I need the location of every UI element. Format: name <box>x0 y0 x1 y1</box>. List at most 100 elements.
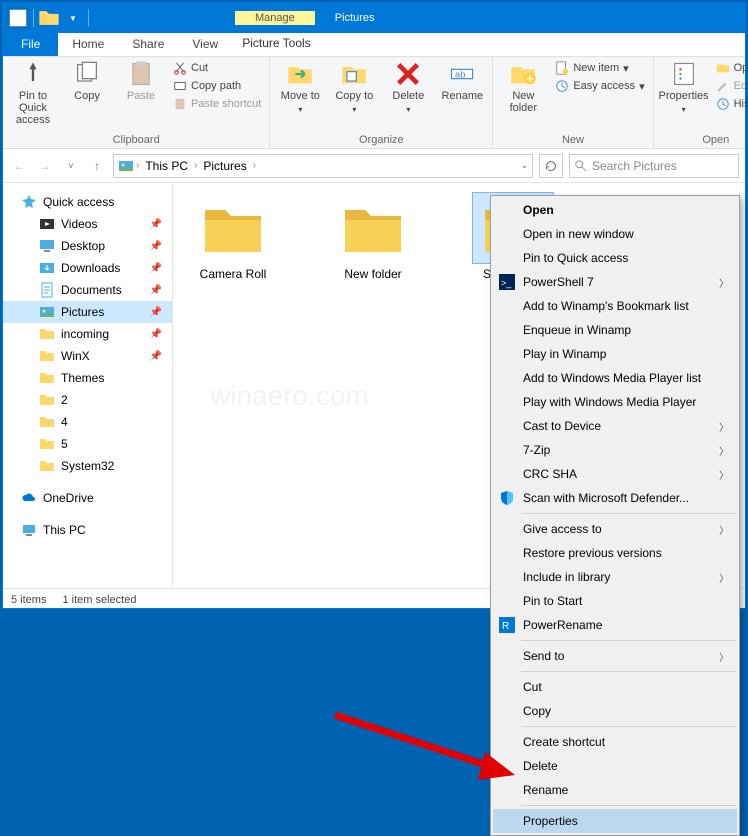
download-icon <box>39 260 55 276</box>
ctx-label: Cast to Device <box>523 419 601 433</box>
tab-home[interactable]: Home <box>58 33 118 56</box>
submenu-arrow-icon: 〉 <box>719 419 729 434</box>
folder-icon <box>201 198 265 258</box>
sidebar-item-label: Videos <box>61 217 97 231</box>
ctx-send-to[interactable]: Send to〉 <box>493 644 737 668</box>
sidebar-item-videos[interactable]: Videos📌 <box>3 213 172 235</box>
sidebar-item-pictures[interactable]: Pictures📌 <box>3 301 172 323</box>
folder-icon <box>39 326 55 342</box>
ctx-play-in-winamp[interactable]: Play in Winamp <box>493 342 737 366</box>
folder-camera-roll[interactable]: Camera Roll <box>183 193 283 281</box>
submenu-arrow-icon: 〉 <box>719 649 729 664</box>
ctx-powerrename[interactable]: RPowerRename <box>493 613 737 637</box>
properties-button[interactable]: Properties▾ <box>660 60 708 116</box>
ctx-add-to-winamp-s-bookmark-list[interactable]: Add to Winamp's Bookmark list <box>493 294 737 318</box>
ctx-label: CRC SHA <box>523 467 577 481</box>
sidebar-item-2[interactable]: 2 <box>3 389 172 411</box>
pin-to-quick-access-button[interactable]: Pin to Quick access <box>9 60 57 126</box>
file-menu[interactable]: File <box>3 33 58 56</box>
folder-icon <box>39 458 55 474</box>
ctx-give-access-to[interactable]: Give access to〉 <box>493 517 737 541</box>
sidebar-item-incoming[interactable]: incoming📌 <box>3 323 172 345</box>
ctx-include-in-library[interactable]: Include in library〉 <box>493 565 737 589</box>
nav-up-button[interactable]: ↑ <box>87 156 107 176</box>
ctx-cut[interactable]: Cut <box>493 675 737 699</box>
ctx-powershell-7[interactable]: >_PowerShell 7〉 <box>493 270 737 294</box>
sidebar-item-label: 2 <box>61 393 68 407</box>
delete-button[interactable]: Delete▾ <box>384 60 432 116</box>
nav-forward-button[interactable]: → <box>35 156 55 176</box>
ctx-crc-sha[interactable]: CRC SHA 〉 <box>493 462 737 486</box>
folder-label: Camera Roll <box>183 267 283 281</box>
qat-dropdown-icon[interactable]: ▼ <box>62 7 84 29</box>
copy-to-button[interactable]: Copy to▾ <box>330 60 378 116</box>
ribbon: Pin to Quick access Copy Paste Cut Copy … <box>3 57 745 149</box>
sidebar-onedrive[interactable]: OneDrive <box>3 487 172 509</box>
nav-back-button[interactable]: ← <box>9 156 29 176</box>
tab-view[interactable]: View <box>178 33 232 56</box>
sidebar-item-winx[interactable]: WinX📌 <box>3 345 172 367</box>
submenu-arrow-icon: 〉 <box>719 467 729 482</box>
sidebar-item-label: WinX <box>61 349 90 363</box>
crumb-pictures[interactable]: Pictures <box>199 157 250 175</box>
sidebar-quick-access[interactable]: Quick access <box>3 191 172 213</box>
sidebar-item-themes[interactable]: Themes <box>3 367 172 389</box>
ctx-enqueue-in-winamp[interactable]: Enqueue in Winamp <box>493 318 737 342</box>
breadcrumb-dropdown[interactable]: ⌄ <box>520 160 528 171</box>
move-to-button[interactable]: Move to▾ <box>276 60 324 116</box>
refresh-button[interactable] <box>539 154 563 178</box>
open-button[interactable]: Open ▾ <box>714 60 748 76</box>
ctx-play-with-windows-media-player[interactable]: Play with Windows Media Player <box>493 390 737 414</box>
ctx-open-in-new-window[interactable]: Open in new window <box>493 222 737 246</box>
ctx-pin-to-quick-access[interactable]: Pin to Quick access <box>493 246 737 270</box>
breadcrumb[interactable]: › This PC › Pictures › ⌄ <box>113 154 533 178</box>
paste-shortcut-button[interactable]: Paste shortcut <box>171 96 263 112</box>
sidebar-item-downloads[interactable]: Downloads📌 <box>3 257 172 279</box>
folder-new-folder[interactable]: New folder <box>323 193 423 281</box>
sidebar[interactable]: Quick access Videos📌Desktop📌Downloads📌Do… <box>3 183 173 588</box>
copy-path-button[interactable]: Copy path <box>171 78 263 94</box>
new-item-button[interactable]: New item ▾ <box>553 60 646 76</box>
ctx-open[interactable]: Open <box>493 198 737 222</box>
submenu-arrow-icon: 〉 <box>719 570 729 585</box>
sidebar-item-system32[interactable]: System32 <box>3 455 172 477</box>
ctx-restore-previous-versions[interactable]: Restore previous versions <box>493 541 737 565</box>
history-button[interactable]: History <box>714 96 748 112</box>
folder-icon <box>39 370 55 386</box>
paste-button[interactable]: Paste <box>117 60 165 102</box>
ctx-add-to-windows-media-player-list[interactable]: Add to Windows Media Player list <box>493 366 737 390</box>
qat-app-icon[interactable] <box>7 7 29 29</box>
copy-button[interactable]: Copy <box>63 60 111 102</box>
nav-recent-button[interactable]: ˅ <box>61 156 81 176</box>
pic-icon <box>39 304 55 320</box>
tab-share[interactable]: Share <box>118 33 178 56</box>
sidebar-item-label: Desktop <box>61 239 105 253</box>
search-input[interactable]: Search Pictures <box>569 154 739 178</box>
sidebar-item-4[interactable]: 4 <box>3 411 172 433</box>
sidebar-item-label: Pictures <box>61 305 104 319</box>
ctx-scan-with-microsoft-defender-[interactable]: Scan with Microsoft Defender... <box>493 486 737 510</box>
status-selection: 1 item selected <box>62 594 136 606</box>
ctx-properties[interactable]: Properties <box>493 809 737 833</box>
easy-access-button[interactable]: Easy access ▾ <box>553 78 646 94</box>
rename-button[interactable]: abRename <box>438 60 486 102</box>
ctx-pin-to-start[interactable]: Pin to Start <box>493 589 737 613</box>
ctx-label: Cut <box>523 680 542 694</box>
ctx-cast-to-device[interactable]: Cast to Device 〉 <box>493 414 737 438</box>
qat-folder-icon[interactable] <box>38 7 60 29</box>
menubar: File Home Share View Picture Tools <box>3 33 745 57</box>
sidebar-item-desktop[interactable]: Desktop📌 <box>3 235 172 257</box>
edit-button[interactable]: Edit <box>714 78 748 94</box>
ribbon-group-new: New folder New item ▾ Easy access ▾ New <box>493 57 653 148</box>
pin-icon: 📌 <box>150 263 162 274</box>
tab-picture-tools[interactable]: Picture Tools <box>234 33 318 56</box>
sidebar-item-documents[interactable]: Documents📌 <box>3 279 172 301</box>
new-folder-button[interactable]: New folder <box>499 60 547 114</box>
sidebar-item-5[interactable]: 5 <box>3 433 172 455</box>
ctx-7-zip[interactable]: 7-Zip〉 <box>493 438 737 462</box>
cut-button[interactable]: Cut <box>171 60 263 76</box>
sidebar-this-pc[interactable]: This PC <box>3 519 172 541</box>
annotation-arrow <box>330 700 530 790</box>
ctx-label: Restore previous versions <box>523 546 662 560</box>
crumb-this-pc[interactable]: This PC <box>141 157 192 175</box>
